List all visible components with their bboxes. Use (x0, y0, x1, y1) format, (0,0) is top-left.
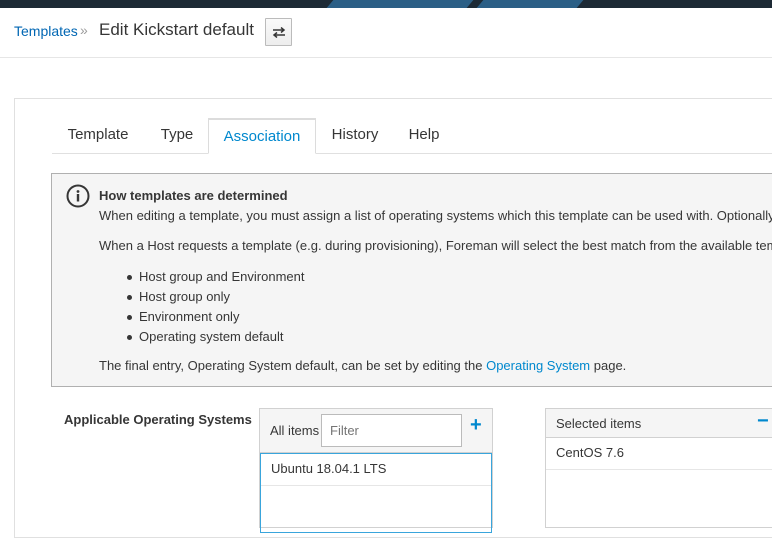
top-strip (0, 0, 772, 8)
tab-bar: Template Type Association History Help (52, 118, 772, 154)
info-final-prefix: The final entry, Operating System defaul… (99, 358, 487, 373)
selected-items-pane: Selected items − CentOS 7.6 (545, 408, 772, 528)
info-alert: How templates are determined When editin… (51, 173, 772, 387)
top-strip-stripe (476, 0, 584, 8)
available-items-pane: All items + Ubuntu 18.04.1 LTS (259, 408, 493, 533)
info-title: How templates are determined (99, 188, 288, 203)
tab-help[interactable]: Help (396, 118, 452, 154)
page-header: Templates » Edit Kickstart default (0, 8, 772, 58)
breadcrumb-templates-link[interactable]: Templates (14, 23, 78, 39)
remove-all-icon[interactable]: − (757, 411, 769, 431)
exchange-icon (272, 27, 286, 38)
list-item: Environment only (127, 307, 304, 327)
list-item: Host group and Environment (127, 267, 304, 287)
tab-template[interactable]: Template (52, 118, 144, 154)
tab-type[interactable]: Type (146, 118, 208, 154)
available-items-list[interactable]: Ubuntu 18.04.1 LTS (260, 453, 492, 533)
breadcrumb-separator: » (80, 22, 88, 38)
page-title: Edit Kickstart default (99, 20, 254, 39)
selected-items-header: Selected items − (546, 409, 772, 438)
applicable-os-label: Applicable Operating Systems (64, 412, 252, 427)
switch-template-button[interactable] (265, 18, 292, 46)
priority-list: Host group and Environment Host group on… (127, 267, 304, 347)
tab-history[interactable]: History (318, 118, 392, 154)
filter-input[interactable] (321, 414, 462, 447)
list-item[interactable]: CentOS 7.6 (546, 438, 772, 470)
info-final-suffix: page. (590, 358, 627, 373)
info-text-assign: When editing a template, you must assign… (99, 208, 772, 223)
list-item: Host group only (127, 287, 304, 307)
list-item: Operating system default (127, 327, 304, 347)
add-all-icon[interactable]: + (470, 415, 482, 435)
available-items-header: All items + (260, 409, 492, 453)
top-strip-stripe (326, 0, 474, 8)
info-text-match: When a Host requests a template (e.g. du… (99, 238, 772, 253)
all-items-label: All items (270, 423, 320, 438)
tab-association[interactable]: Association (208, 118, 316, 154)
info-final-entry: The final entry, Operating System defaul… (99, 358, 626, 373)
info-circle-icon (66, 184, 90, 208)
list-item[interactable]: Ubuntu 18.04.1 LTS (261, 454, 491, 486)
operating-system-link[interactable]: Operating System (486, 358, 590, 373)
selected-items-label: Selected items (556, 416, 642, 431)
